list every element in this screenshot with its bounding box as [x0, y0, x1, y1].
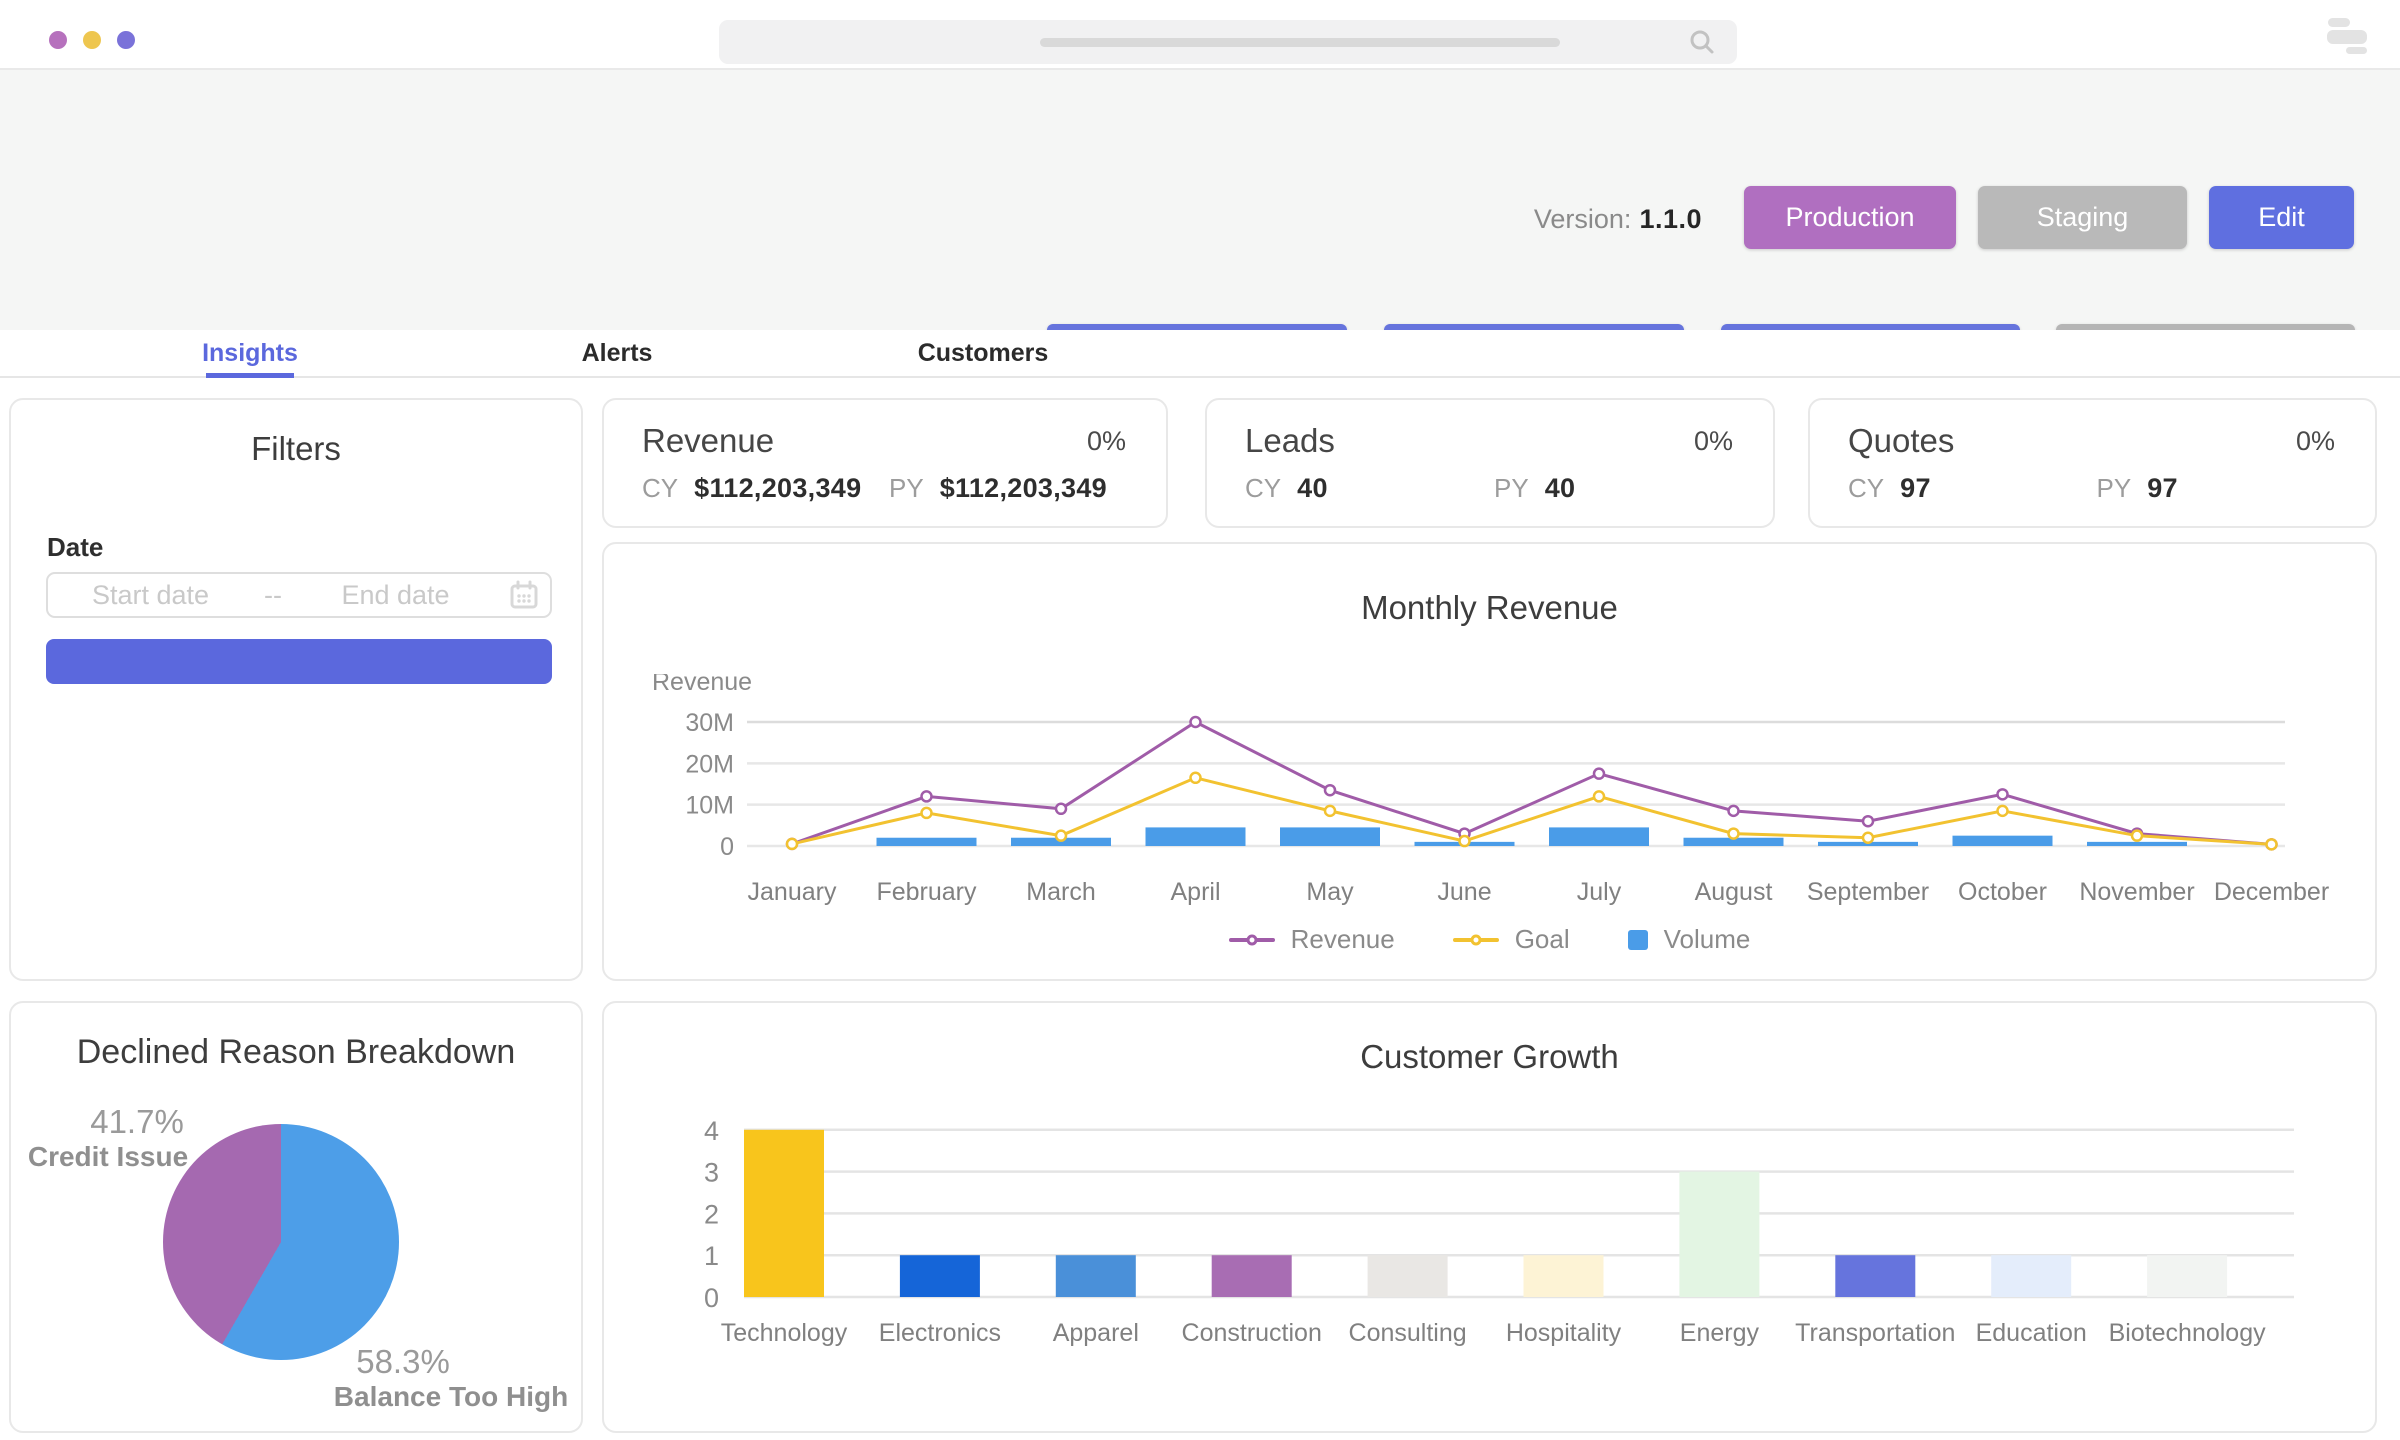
svg-text:2: 2 [704, 1199, 719, 1229]
tab-alerts[interactable]: Alerts [434, 330, 800, 376]
svg-text:Education: Education [1976, 1319, 2087, 1347]
svg-text:Apparel: Apparel [1053, 1319, 1139, 1347]
svg-text:Energy: Energy [1680, 1319, 1760, 1347]
py-label: PY [889, 473, 924, 504]
declined-breakdown-pie[interactable] [163, 1124, 399, 1360]
svg-text:0: 0 [704, 1283, 719, 1313]
production-button[interactable]: Production [1744, 186, 1956, 249]
version-value: 1.1.0 [1639, 204, 1702, 234]
window-maximize-dot[interactable] [117, 31, 135, 49]
svg-text:3: 3 [704, 1158, 719, 1188]
staging-button[interactable]: Staging [1978, 186, 2187, 249]
pie-pct-balance-too-high: 58.3% [356, 1343, 450, 1381]
svg-text:10M: 10M [685, 792, 734, 820]
tab-customers[interactable]: Customers [800, 330, 1166, 376]
declined-breakdown-title: Declined Reason Breakdown [11, 1033, 581, 1072]
edit-button[interactable]: Edit [2209, 186, 2354, 249]
svg-text:Biotechnology: Biotechnology [2109, 1319, 2267, 1347]
end-date-placeholder[interactable]: End date [293, 580, 498, 611]
svg-text:April: April [1170, 878, 1220, 906]
svg-text:Revenue: Revenue [652, 674, 752, 696]
svg-text:20M: 20M [685, 750, 734, 778]
browser-menu-icon[interactable] [2327, 17, 2372, 57]
svg-text:November: November [2079, 878, 2194, 906]
svg-text:Consulting: Consulting [1349, 1319, 1467, 1347]
kpi-title: Leads [1245, 422, 1335, 460]
version-label: Version: [1534, 204, 1632, 234]
browser-title-bar [0, 0, 2400, 70]
start-date-placeholder[interactable]: Start date [48, 580, 253, 611]
svg-text:1: 1 [704, 1241, 719, 1271]
filters-title: Filters [11, 430, 581, 468]
address-text-placeholder [1040, 38, 1560, 47]
svg-text:0: 0 [720, 833, 734, 861]
svg-text:January: January [748, 878, 837, 906]
kpi-card-revenue: Revenue 0% CY $112,203,349 PY $112,203,349 [602, 398, 1168, 528]
legend-item-revenue[interactable]: Revenue [1229, 924, 1395, 955]
kpi-card-leads: Leads 0% CY 40 PY 40 [1205, 398, 1775, 528]
monthly-revenue-legend[interactable]: Revenue Goal Volume [604, 924, 2375, 955]
svg-text:Technology: Technology [721, 1319, 848, 1347]
py-value: $112,203,349 [940, 473, 1107, 504]
legend-item-volume[interactable]: Volume [1628, 924, 1751, 955]
svg-text:October: October [1958, 878, 2047, 906]
kpi-delta-badge: 0% [2296, 426, 2335, 457]
svg-text:February: February [876, 878, 977, 906]
kpi-card-quotes: Quotes 0% CY 97 PY 97 [1808, 398, 2377, 528]
svg-text:March: March [1026, 878, 1095, 906]
monthly-revenue-chart-card: Monthly Revenue Revenue 30M 20M 10M 0 January… [602, 542, 2377, 981]
tab-insights[interactable]: Insights [67, 330, 433, 376]
svg-text:4: 4 [704, 1116, 719, 1146]
kpi-delta-badge: 0% [1694, 426, 1733, 457]
pie-label-credit-issue: Credit Issue [28, 1141, 188, 1173]
customer-growth-plot[interactable]: 0 1 2 3 4 Technology Electronics Apparel Constru… [604, 1093, 2375, 1393]
legend-item-goal[interactable]: Goal [1453, 924, 1570, 955]
calendar-icon[interactable] [498, 580, 550, 610]
tab-bar: Insights Alerts Customers [0, 330, 2400, 378]
kpi-title: Quotes [1848, 422, 1954, 460]
svg-text:September: September [1807, 878, 1929, 906]
svg-text:December: December [2214, 878, 2329, 906]
cy-value: 40 [1297, 473, 1328, 504]
window-minimize-dot[interactable] [83, 31, 101, 49]
monthly-revenue-plot[interactable]: Revenue 30M 20M 10M 0 January February March Apr… [604, 674, 2375, 944]
svg-text:Transportation: Transportation [1795, 1319, 1955, 1347]
py-label: PY [2097, 473, 2132, 504]
cy-label: CY [642, 473, 678, 504]
svg-text:Hospitality: Hospitality [1506, 1319, 1622, 1347]
svg-text:Construction: Construction [1182, 1319, 1322, 1347]
py-value: 97 [2147, 473, 2178, 504]
py-value: 40 [1545, 473, 1576, 504]
monthly-revenue-title: Monthly Revenue [604, 589, 2375, 627]
active-tab-underline [206, 373, 294, 378]
declined-breakdown-card: Declined Reason Breakdown 41.7% Credit I… [9, 1001, 583, 1433]
cy-label: CY [1245, 473, 1281, 504]
svg-text:August: August [1695, 878, 1773, 906]
apply-filters-button[interactable] [46, 639, 552, 684]
kpi-title: Revenue [642, 422, 774, 460]
svg-text:30M: 30M [685, 709, 734, 737]
cy-value: $112,203,349 [694, 473, 861, 504]
cy-label: CY [1848, 473, 1884, 504]
py-label: PY [1494, 473, 1529, 504]
browser-address-bar[interactable] [719, 20, 1737, 64]
kpi-delta-badge: 0% [1087, 426, 1126, 457]
svg-text:June: June [1437, 878, 1491, 906]
app-header: Version:1.1.0 Production Staging Edit Lo… [0, 70, 2400, 330]
filters-panel: Filters Date Start date -- End date [9, 398, 583, 981]
pie-label-balance-too-high: Balance Too High [334, 1381, 568, 1413]
date-range-separator: -- [253, 580, 293, 611]
window-close-dot[interactable] [49, 31, 67, 49]
svg-text:Electronics: Electronics [879, 1319, 1001, 1347]
pie-pct-credit-issue: 41.7% [90, 1103, 184, 1141]
date-filter-label: Date [47, 532, 103, 563]
cy-value: 97 [1900, 473, 1931, 504]
svg-text:July: July [1577, 878, 1622, 906]
version-info: Version:1.1.0 [1534, 204, 1702, 235]
search-icon [1689, 29, 1715, 60]
date-range-input[interactable]: Start date -- End date [46, 572, 552, 618]
svg-text:May: May [1306, 878, 1354, 906]
customer-growth-chart-card: Customer Growth 0 1 2 3 4 Technology Electroni… [602, 1001, 2377, 1433]
customer-growth-title: Customer Growth [604, 1038, 2375, 1076]
